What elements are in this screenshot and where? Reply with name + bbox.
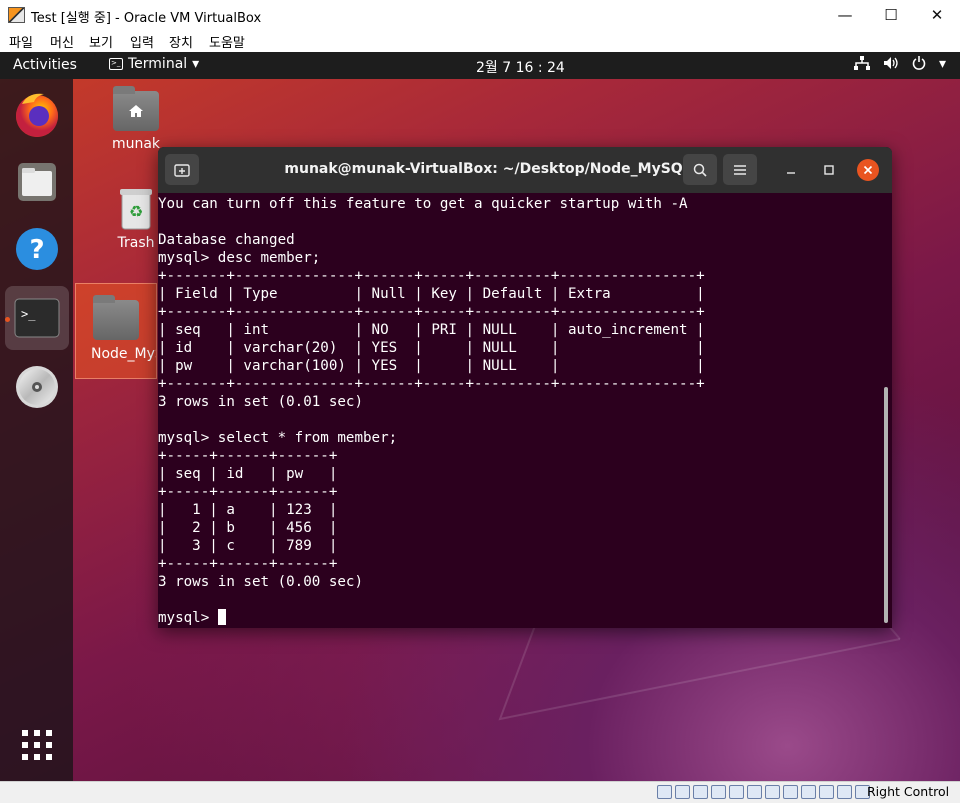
maximize-icon bbox=[824, 165, 834, 175]
svg-text:♻: ♻ bbox=[129, 202, 143, 221]
terminal-minimize-button[interactable] bbox=[781, 160, 801, 180]
host-key-label: Right Control bbox=[867, 784, 950, 799]
app-menu-terminal[interactable]: >_ Terminal ▾ bbox=[109, 56, 199, 72]
host-menubar: 파일 머신 보기 입력 장치 도움말 bbox=[0, 30, 960, 52]
active-indicator bbox=[5, 317, 10, 322]
ubuntu-topbar: Activities >_ Terminal ▾ 2월 7 16 : 24 ▾ bbox=[0, 52, 960, 79]
terminal-headerbar[interactable]: munak@munak-VirtualBox: ~/Desktop/Node_M… bbox=[158, 147, 892, 193]
virtualization-icon[interactable] bbox=[801, 785, 816, 799]
desktop-icon-label: Node_MySQL bbox=[91, 346, 156, 362]
terminal-icon: >_ bbox=[109, 58, 123, 70]
show-applications-icon[interactable] bbox=[5, 713, 69, 777]
host-statusbar: Right Control bbox=[0, 781, 960, 803]
terminal-line: | pw | varchar(100) | YES | | NULL | | bbox=[158, 358, 705, 374]
shared-folder-icon[interactable] bbox=[747, 785, 762, 799]
folder-icon bbox=[93, 295, 139, 340]
system-tray[interactable]: ▾ bbox=[853, 56, 946, 74]
network-adapter-icon[interactable] bbox=[711, 785, 726, 799]
terminal-line: | seq | int | NO | PRI | NULL | auto_inc… bbox=[158, 322, 705, 338]
help-icon[interactable]: ? bbox=[5, 217, 69, 281]
text-cursor bbox=[217, 609, 226, 625]
terminal-line: +-----+------+------+ bbox=[158, 484, 338, 500]
search-icon bbox=[693, 163, 707, 177]
terminal-line: +-------+--------------+------+-----+---… bbox=[158, 268, 705, 284]
terminal-close-button[interactable] bbox=[857, 159, 879, 181]
menu-devices[interactable]: 장치 bbox=[169, 32, 193, 51]
terminal-line: | Field | Type | Null | Key | Default | … bbox=[158, 286, 705, 302]
network-icon bbox=[853, 56, 870, 74]
svg-text:>_: >_ bbox=[21, 307, 36, 321]
desktop-icon-home[interactable]: munak bbox=[104, 86, 168, 152]
terminal-output: You can turn off this feature to get a q… bbox=[158, 195, 884, 609]
terminal-line: | 3 | c | 789 | bbox=[158, 538, 338, 554]
terminal-line: +-----+------+------+ bbox=[158, 556, 338, 572]
display-icon[interactable] bbox=[765, 785, 780, 799]
home-folder-icon bbox=[113, 86, 159, 131]
chevron-down-icon: ▾ bbox=[938, 56, 946, 72]
terminal-line: | id | varchar(20) | YES | | NULL | | bbox=[158, 340, 705, 356]
files-icon[interactable] bbox=[5, 150, 69, 214]
dock: ? >_ bbox=[0, 79, 73, 781]
trash-icon: ♻ bbox=[120, 189, 152, 230]
minimize-icon bbox=[787, 172, 795, 174]
terminal-line: mysql> desc member; bbox=[158, 250, 321, 266]
desktop-icon-node-mysql[interactable]: Node_MySQL bbox=[75, 283, 157, 379]
terminal-line: Database changed bbox=[158, 232, 295, 248]
terminal-line: mysql> select * from member; bbox=[158, 430, 398, 446]
firefox-icon[interactable] bbox=[5, 83, 69, 147]
terminal-line: +-------+--------------+------+-----+---… bbox=[158, 304, 705, 320]
terminal-title: munak@munak-VirtualBox: ~/Desktop/Node_M… bbox=[284, 161, 692, 177]
hamburger-menu-button[interactable] bbox=[723, 154, 757, 185]
device-status-icons bbox=[657, 785, 870, 799]
usb-icon[interactable] bbox=[729, 785, 744, 799]
terminal-body[interactable]: You can turn off this feature to get a q… bbox=[158, 195, 884, 628]
clock[interactable]: 2월 7 16 : 24 bbox=[476, 57, 565, 77]
terminal-dock-icon[interactable]: >_ bbox=[5, 286, 69, 350]
audio-icon[interactable] bbox=[693, 785, 708, 799]
menu-file[interactable]: 파일 bbox=[9, 32, 33, 51]
search-button[interactable] bbox=[683, 154, 717, 185]
terminal-line: | 1 | a | 123 | bbox=[158, 502, 338, 518]
terminal-window[interactable]: munak@munak-VirtualBox: ~/Desktop/Node_M… bbox=[158, 147, 892, 628]
volume-icon bbox=[883, 56, 899, 74]
hamburger-icon bbox=[734, 164, 746, 175]
minimize-button[interactable]: — bbox=[822, 0, 868, 30]
terminal-line: +-------+--------------+------+-----+---… bbox=[158, 376, 705, 392]
terminal-line: 3 rows in set (0.01 sec) bbox=[158, 394, 363, 410]
close-icon bbox=[863, 165, 873, 175]
menu-view[interactable]: 보기 bbox=[89, 32, 113, 51]
terminal-prompt-line[interactable]: mysql> bbox=[158, 609, 884, 627]
terminal-maximize-button[interactable] bbox=[819, 160, 839, 180]
terminal-line: +-----+------+------+ bbox=[158, 448, 338, 464]
chevron-down-icon: ▾ bbox=[192, 56, 200, 72]
terminal-line: | seq | id | pw | bbox=[158, 466, 338, 482]
guest-additions-icon[interactable] bbox=[819, 785, 834, 799]
hdd-icon[interactable] bbox=[657, 785, 672, 799]
terminal-line: 3 rows in set (0.00 sec) bbox=[158, 574, 363, 590]
app-menu-label: Terminal bbox=[128, 56, 188, 72]
mouse-integration-icon[interactable] bbox=[837, 785, 852, 799]
host-titlebar: Test [실행 중] - Oracle VM VirtualBox — ☐ ✕ bbox=[0, 0, 960, 30]
menu-machine[interactable]: 머신 bbox=[50, 32, 74, 51]
maximize-button[interactable]: ☐ bbox=[868, 0, 914, 30]
terminal-line: You can turn off this feature to get a q… bbox=[158, 196, 688, 212]
scrollbar[interactable] bbox=[884, 387, 888, 623]
virtualbox-app-icon bbox=[8, 7, 25, 23]
power-icon bbox=[912, 56, 926, 74]
terminal-line: | 2 | b | 456 | bbox=[158, 520, 338, 536]
close-button[interactable]: ✕ bbox=[914, 0, 960, 30]
menu-input[interactable]: 입력 bbox=[130, 32, 154, 51]
activities-button[interactable]: Activities bbox=[13, 57, 77, 73]
svg-text:?: ? bbox=[29, 235, 44, 265]
video-capture-icon[interactable] bbox=[783, 785, 798, 799]
mysql-prompt: mysql> bbox=[158, 610, 218, 626]
host-window-title: Test [실행 중] - Oracle VM VirtualBox bbox=[31, 11, 262, 26]
menu-help[interactable]: 도움말 bbox=[209, 32, 245, 51]
disc-icon[interactable] bbox=[5, 355, 69, 419]
optical-drive-icon[interactable] bbox=[675, 785, 690, 799]
